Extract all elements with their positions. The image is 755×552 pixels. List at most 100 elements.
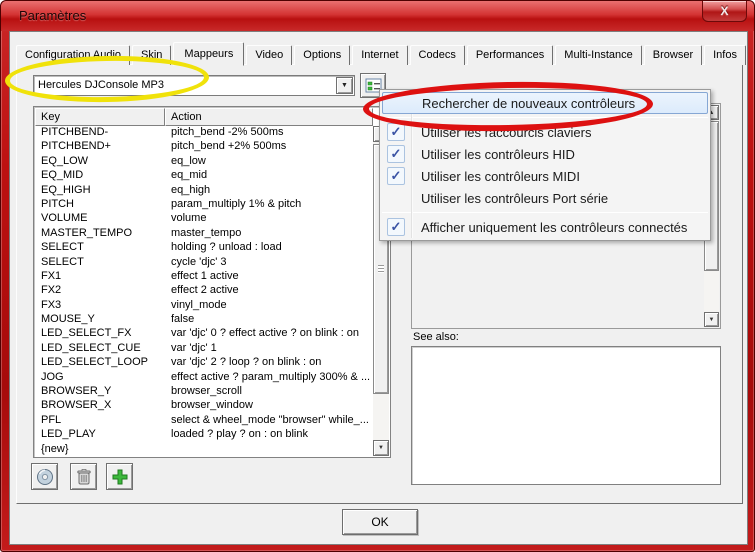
checkmark-icon: ✓ (382, 218, 410, 236)
mapping-action: false (165, 313, 373, 327)
mapping-row[interactable]: EQ_HIGHeq_high (35, 184, 373, 198)
mapping-key: FX2 (35, 284, 165, 298)
mapping-row[interactable]: LED_SELECT_FXvar 'djc' 0 ? effect active… (35, 327, 373, 341)
mapping-row[interactable]: PFLselect & wheel_mode "browser" while_.… (35, 414, 373, 428)
tab-configuration-audio[interactable]: Configuration Audio (16, 45, 130, 65)
menu-item-utiliser-les-contr-leurs-midi[interactable]: ✓Utiliser les contrôleurs MIDI (382, 165, 708, 187)
mapping-row[interactable]: MASTER_TEMPOmaster_tempo (35, 227, 373, 241)
tab-options[interactable]: Options (294, 45, 350, 65)
checkmark-icon: ✓ (382, 123, 410, 141)
menu-item-label: Rechercher de nouveaux contrôleurs (411, 96, 635, 111)
menu-item-utiliser-les-contr-leurs-port-s-rie[interactable]: Utiliser les contrôleurs Port série (382, 187, 708, 209)
mapping-row[interactable]: VOLUMEvolume (35, 212, 373, 226)
mapping-key: JOG (35, 371, 165, 385)
mapping-key: SELECT (35, 241, 165, 255)
mapping-action: eq_mid (165, 169, 373, 183)
column-header-key[interactable]: Key (35, 108, 165, 126)
mapping-key: BROWSER_X (35, 399, 165, 413)
mapping-action: eq_low (165, 155, 373, 169)
menu-item-label: Utiliser les contrôleurs Port série (410, 191, 608, 206)
tab-codecs[interactable]: Codecs (410, 45, 465, 65)
mapping-key: LED_PLAY (35, 428, 165, 442)
tab-video[interactable]: Video (246, 45, 292, 65)
mapping-key: EQ_HIGH (35, 184, 165, 198)
mapping-key: BROWSER_Y (35, 385, 165, 399)
mapping-row[interactable]: LED_SELECT_CUEvar 'djc' 1 (35, 342, 373, 356)
reload-mapper-button[interactable] (31, 463, 58, 490)
controller-context-menu: Rechercher de nouveaux contrôleurs✓Utili… (379, 89, 711, 241)
mapping-action: eq_high (165, 184, 373, 198)
mapping-row[interactable]: LED_PLAYloaded ? play ? on : on blink (35, 428, 373, 442)
column-header-action[interactable]: Action (165, 108, 373, 126)
scroll-down-icon[interactable]: ▼ (704, 312, 719, 327)
mapping-list-header: Key Action (35, 108, 373, 126)
controller-select[interactable]: Hercules DJConsole MP3 ▼ (33, 75, 355, 96)
controller-select-value: Hercules DJConsole MP3 (38, 79, 164, 91)
mapping-row[interactable]: PITCHparam_multiply 1% & pitch (35, 198, 373, 212)
menu-item-utiliser-les-raccourcis-claviers[interactable]: ✓Utiliser les raccourcis claviers (382, 121, 708, 143)
add-mapping-button[interactable] (106, 463, 133, 490)
mapping-action: browser_window (165, 399, 373, 413)
tab-internet[interactable]: Internet (352, 45, 407, 65)
mapping-row[interactable]: SELECTholding ? unload : load (35, 241, 373, 255)
mapping-action: effect active ? param_multiply 300% & ..… (165, 371, 373, 385)
see-also-list[interactable] (411, 346, 721, 485)
delete-mapping-button[interactable] (70, 463, 97, 490)
mapping-row[interactable]: FX1effect 1 active (35, 270, 373, 284)
mapping-row[interactable]: EQ_LOWeq_low (35, 155, 373, 169)
window-title: Paramètres (19, 8, 86, 23)
close-icon: X (720, 4, 728, 18)
mapping-action: var 'djc' 0 ? effect active ? on blink :… (165, 327, 373, 341)
mapping-row[interactable]: {new} (35, 443, 373, 456)
mapping-action: holding ? unload : load (165, 241, 373, 255)
tab-strip: Configuration AudioSkinMappeursVideoOpti… (16, 41, 748, 65)
mapping-action: master_tempo (165, 227, 373, 241)
mapping-key: FX1 (35, 270, 165, 284)
mapping-action: volume (165, 212, 373, 226)
mapping-key: VOLUME (35, 212, 165, 226)
title-bar[interactable]: Paramètres X (1, 1, 754, 31)
close-button[interactable]: X (702, 1, 747, 22)
tab-performances[interactable]: Performances (467, 45, 553, 65)
mapping-row[interactable]: BROWSER_Xbrowser_window (35, 399, 373, 413)
chevron-down-icon[interactable]: ▼ (336, 77, 353, 94)
menu-item-rechercher-de-nouveaux-contr-leurs[interactable]: Rechercher de nouveaux contrôleurs (382, 92, 708, 114)
mapping-row[interactable]: LED_SELECT_LOOPvar 'djc' 2 ? loop ? on b… (35, 356, 373, 370)
mapping-action: var 'djc' 2 ? loop ? on blink : on (165, 356, 373, 370)
menu-item-afficher-uniquement-les-contr-leurs-connect-s[interactable]: ✓Afficher uniquement les contrôleurs con… (382, 216, 708, 238)
tab-mappeurs[interactable]: Mappeurs (173, 42, 244, 66)
menu-separator (382, 117, 708, 118)
mapping-row[interactable]: PITCHBEND+pitch_bend +2% 500ms (35, 140, 373, 154)
mapping-key: PITCH (35, 198, 165, 212)
mapping-list: Key Action PITCHBEND-pitch_bend -2% 500m… (33, 106, 391, 458)
mapping-row[interactable]: FX3vinyl_mode (35, 299, 373, 313)
mapping-row[interactable]: BROWSER_Ybrowser_scroll (35, 385, 373, 399)
mapping-row[interactable]: PITCHBEND-pitch_bend -2% 500ms (35, 126, 373, 140)
mapping-row[interactable]: EQ_MIDeq_mid (35, 169, 373, 183)
tab-infos[interactable]: Infos (704, 45, 746, 65)
tab-skin[interactable]: Skin (132, 45, 171, 65)
mapping-key: EQ_LOW (35, 155, 165, 169)
mapping-key: FX3 (35, 299, 165, 313)
mapping-action: effect 2 active (165, 284, 373, 298)
mapping-row[interactable]: FX2effect 2 active (35, 284, 373, 298)
mapping-row[interactable]: SELECTcycle 'djc' 3 (35, 256, 373, 270)
mapping-key: PFL (35, 414, 165, 428)
menu-item-label: Afficher uniquement les contrôleurs conn… (410, 220, 687, 235)
tab-browser[interactable]: Browser (644, 45, 702, 65)
see-also-label: See also: (413, 331, 459, 343)
tab-multi-instance[interactable]: Multi-Instance (555, 45, 641, 65)
ok-button[interactable]: OK (342, 509, 418, 535)
mapping-row[interactable]: JOGeffect active ? param_multiply 300% &… (35, 371, 373, 385)
menu-item-utiliser-les-contr-leurs-hid[interactable]: ✓Utiliser les contrôleurs HID (382, 143, 708, 165)
mapping-action: pitch_bend -2% 500ms (165, 126, 373, 140)
mapping-key: EQ_MID (35, 169, 165, 183)
menu-separator (382, 212, 708, 213)
mapping-action: browser_scroll (165, 385, 373, 399)
mapping-key: {new} (35, 443, 165, 456)
scroll-down-icon[interactable]: ▼ (373, 440, 389, 456)
menu-item-label: Utiliser les contrôleurs HID (410, 147, 575, 162)
mapping-key: MASTER_TEMPO (35, 227, 165, 241)
mapping-row[interactable]: MOUSE_Yfalse (35, 313, 373, 327)
mapping-action: pitch_bend +2% 500ms (165, 140, 373, 154)
